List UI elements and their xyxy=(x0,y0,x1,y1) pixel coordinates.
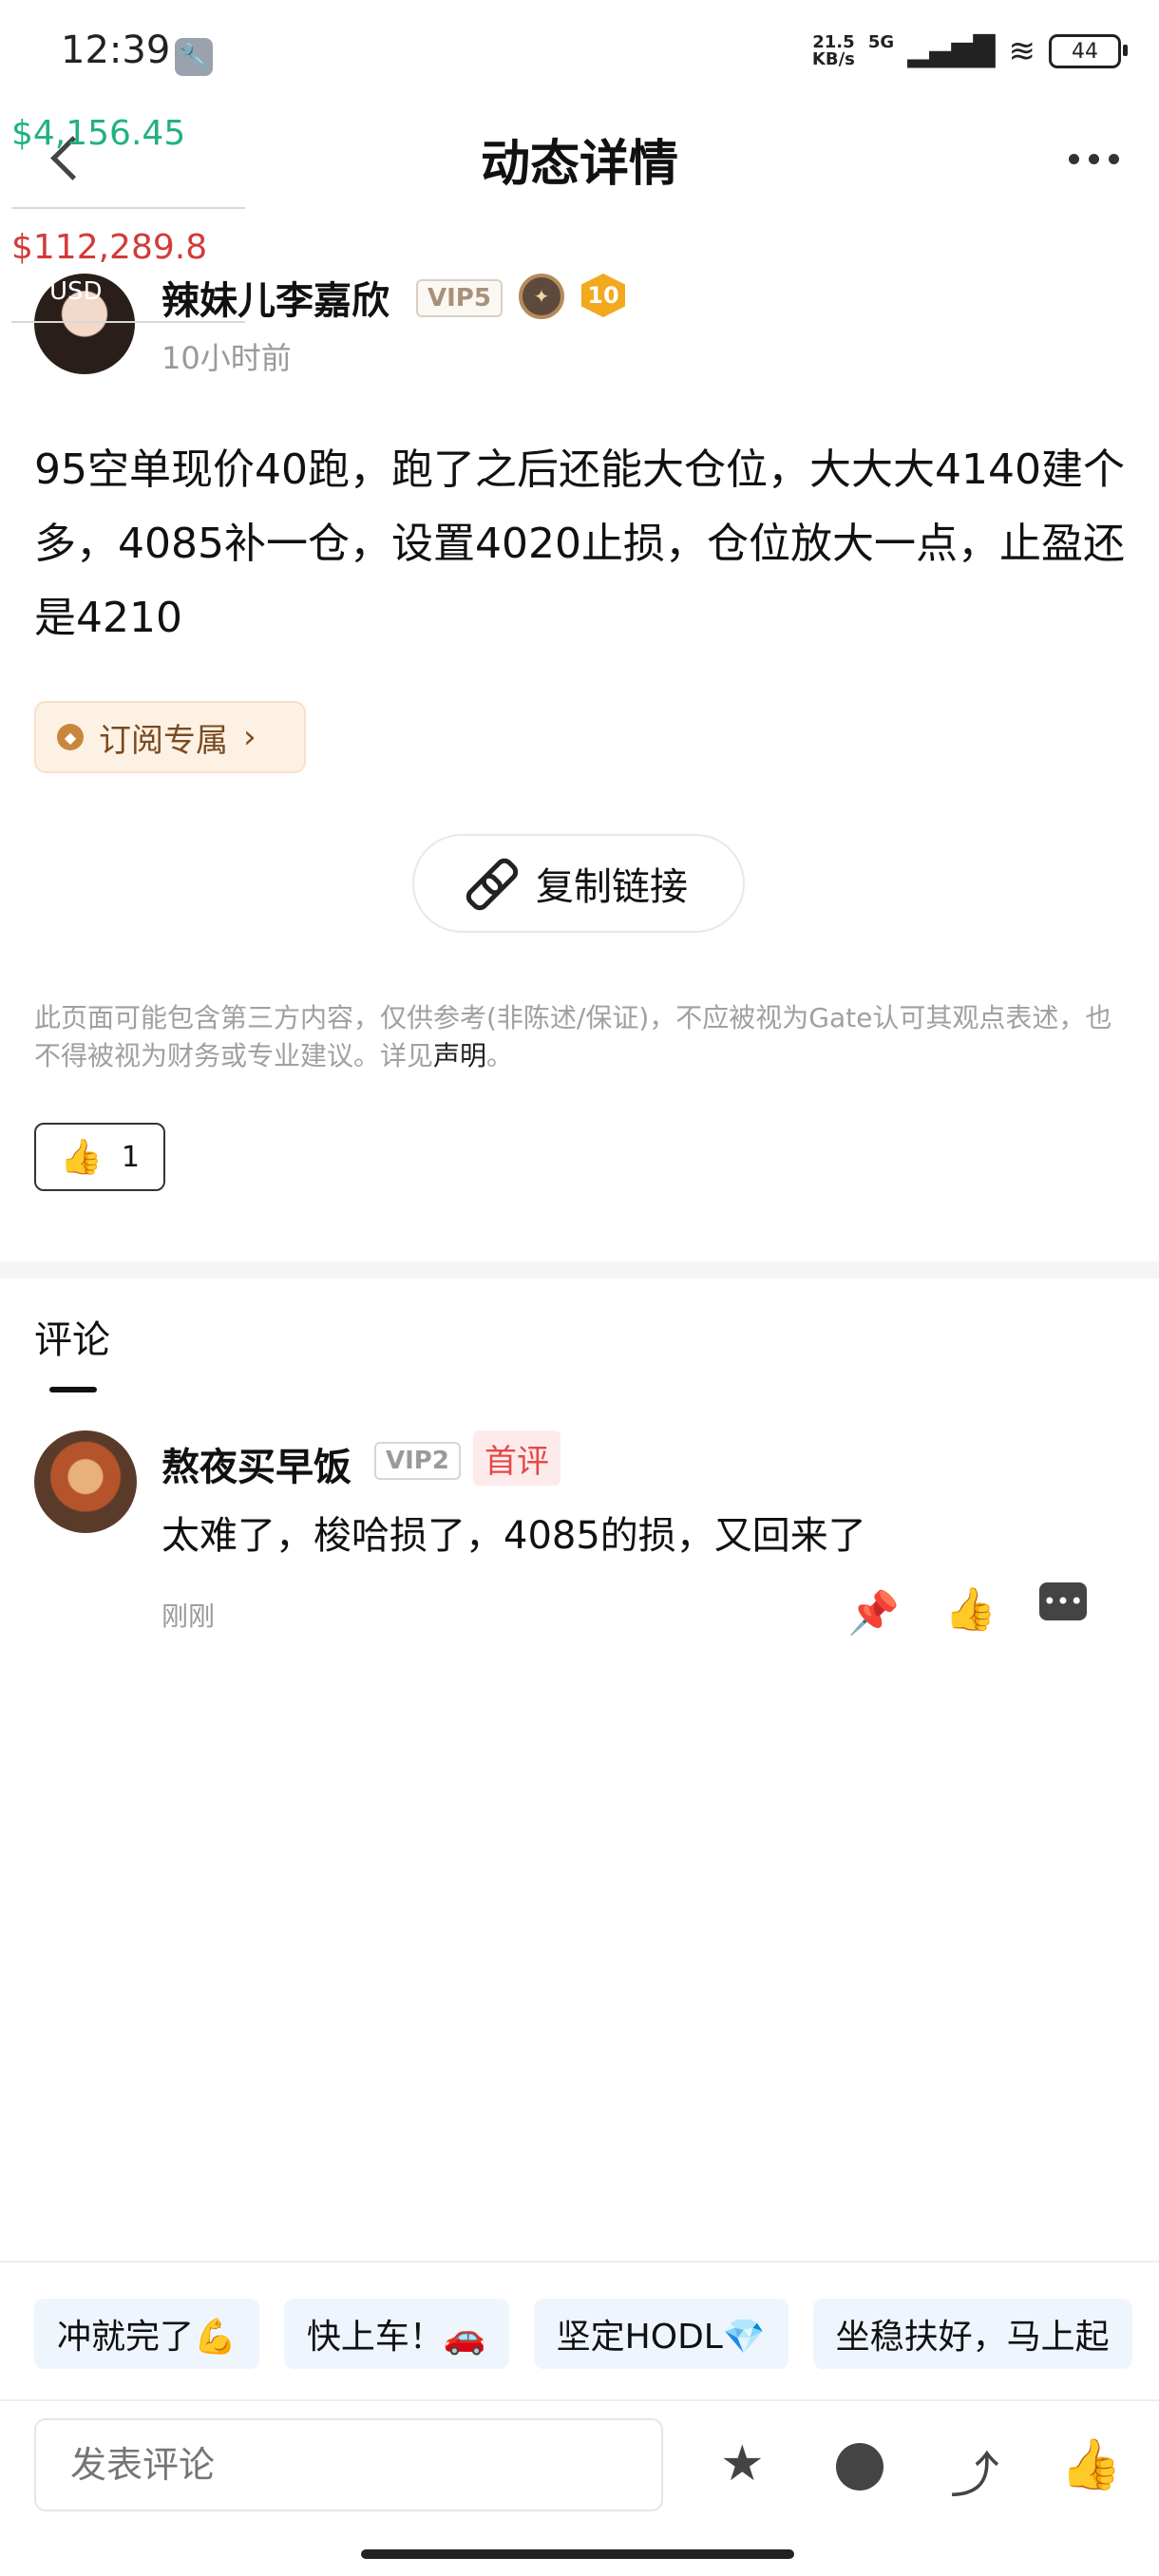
price-divider xyxy=(11,321,245,323)
link-icon xyxy=(469,862,511,904)
net-speed-unit: KB/s xyxy=(811,49,855,69)
coin-icon[interactable] xyxy=(836,2443,884,2491)
disclaimer-link[interactable]: 声明 xyxy=(433,1040,486,1071)
share-icon[interactable]: ⤴ xyxy=(950,2435,999,2507)
disclaimer: 此页面可能包含第三方内容，仅供参考(非陈述/保证)，不应被视为Gate认可其观点… xyxy=(34,999,1127,1075)
comments-tab-indicator xyxy=(49,1387,97,1392)
quick-reply-divider xyxy=(0,2261,1159,2263)
star-icon[interactable]: ★ xyxy=(720,2435,765,2492)
quick-reply-bar: 冲就完了💪 快上车！🚗 坚定HODL💎 坐稳扶好，马上起 xyxy=(34,2299,1132,2369)
author-name[interactable]: 辣妹儿李嘉欣 xyxy=(162,270,390,325)
price-unit: USD xyxy=(49,277,103,306)
network-type: 5G xyxy=(867,32,895,52)
medal-icon: ✦ xyxy=(519,274,564,319)
reply-icon[interactable]: ••• xyxy=(1039,1582,1087,1620)
bottom-bar-divider xyxy=(0,2399,1159,2401)
vip-badge: VIP5 xyxy=(416,279,503,317)
chevron-right-icon: › xyxy=(243,718,256,756)
comment-like-icon[interactable]: 👍 xyxy=(944,1584,997,1634)
disclaimer-text: 此页面可能包含第三方内容，仅供参考(非陈述/保证)，不应被视为Gate认可其观点… xyxy=(34,1002,1112,1071)
diamond-icon: ◆ xyxy=(57,724,84,750)
like-button[interactable]: 👍 1 xyxy=(34,1123,165,1191)
commenter-vip-badge: VIP2 xyxy=(374,1442,461,1480)
battery-icon: 44 xyxy=(1049,34,1128,68)
price-divider xyxy=(11,207,245,209)
quick-reply-chip[interactable]: 快上车！🚗 xyxy=(283,2299,509,2369)
quick-reply-chip[interactable]: 坐稳扶好，马上起 xyxy=(812,2299,1132,2369)
price-ticker-1[interactable]: $4,156.45 xyxy=(11,114,185,153)
section-divider xyxy=(0,1261,1159,1279)
commenter-name[interactable]: 熬夜买早饭 xyxy=(162,1436,352,1491)
wrench-icon: 🔧 xyxy=(175,38,213,76)
copy-link-button[interactable]: 复制链接 xyxy=(412,834,745,933)
comment-text: 太难了，梭哈损了，4085的损，又回来了 xyxy=(162,1514,866,1558)
subscribe-label: 订阅专属 xyxy=(99,721,228,760)
commenter-avatar[interactable] xyxy=(34,1430,137,1533)
level-badge: 10 xyxy=(581,274,625,317)
post-content: 95空单现价40跑，跑了之后还能大仓位，大大大4140建个多，4085补一仓，设… xyxy=(34,445,1125,642)
status-indicators: 21.5 KB/s 5G ▂▄▆█ ≋ 44 xyxy=(812,32,1128,70)
like-count: 1 xyxy=(121,1140,140,1174)
comments-title: 评论 xyxy=(34,1318,110,1362)
quick-reply-chip[interactable]: 坚定HODL💎 xyxy=(533,2299,788,2369)
price-ticker-2[interactable]: $112,289.8 xyxy=(11,228,207,267)
disclaimer-end: 。 xyxy=(486,1040,514,1071)
net-speed: 21.5 KB/s xyxy=(812,34,855,68)
status-time: 12:39 xyxy=(61,28,171,72)
thumbs-up-icon[interactable]: 👍 xyxy=(1060,2435,1122,2493)
quick-reply-chip[interactable]: 冲就完了💪 xyxy=(34,2299,259,2369)
pin-icon[interactable]: 📌 xyxy=(847,1588,900,1638)
comment-input[interactable] xyxy=(34,2418,663,2511)
wifi-icon: ≋ xyxy=(1008,32,1036,70)
subscribe-exclusive-tag[interactable]: ◆ 订阅专属 › xyxy=(34,701,306,773)
copy-link-label: 复制链接 xyxy=(536,865,688,909)
comment-time: 刚刚 xyxy=(162,1601,216,1632)
first-comment-tag: 首评 xyxy=(473,1430,560,1486)
thumbs-up-icon: 👍 xyxy=(60,1138,103,1177)
post-time: 10小时前 xyxy=(162,340,292,376)
more-options-icon[interactable] xyxy=(1069,154,1119,164)
home-indicator[interactable] xyxy=(361,2549,794,2559)
signal-icon: ▂▄▆█ xyxy=(907,34,996,68)
